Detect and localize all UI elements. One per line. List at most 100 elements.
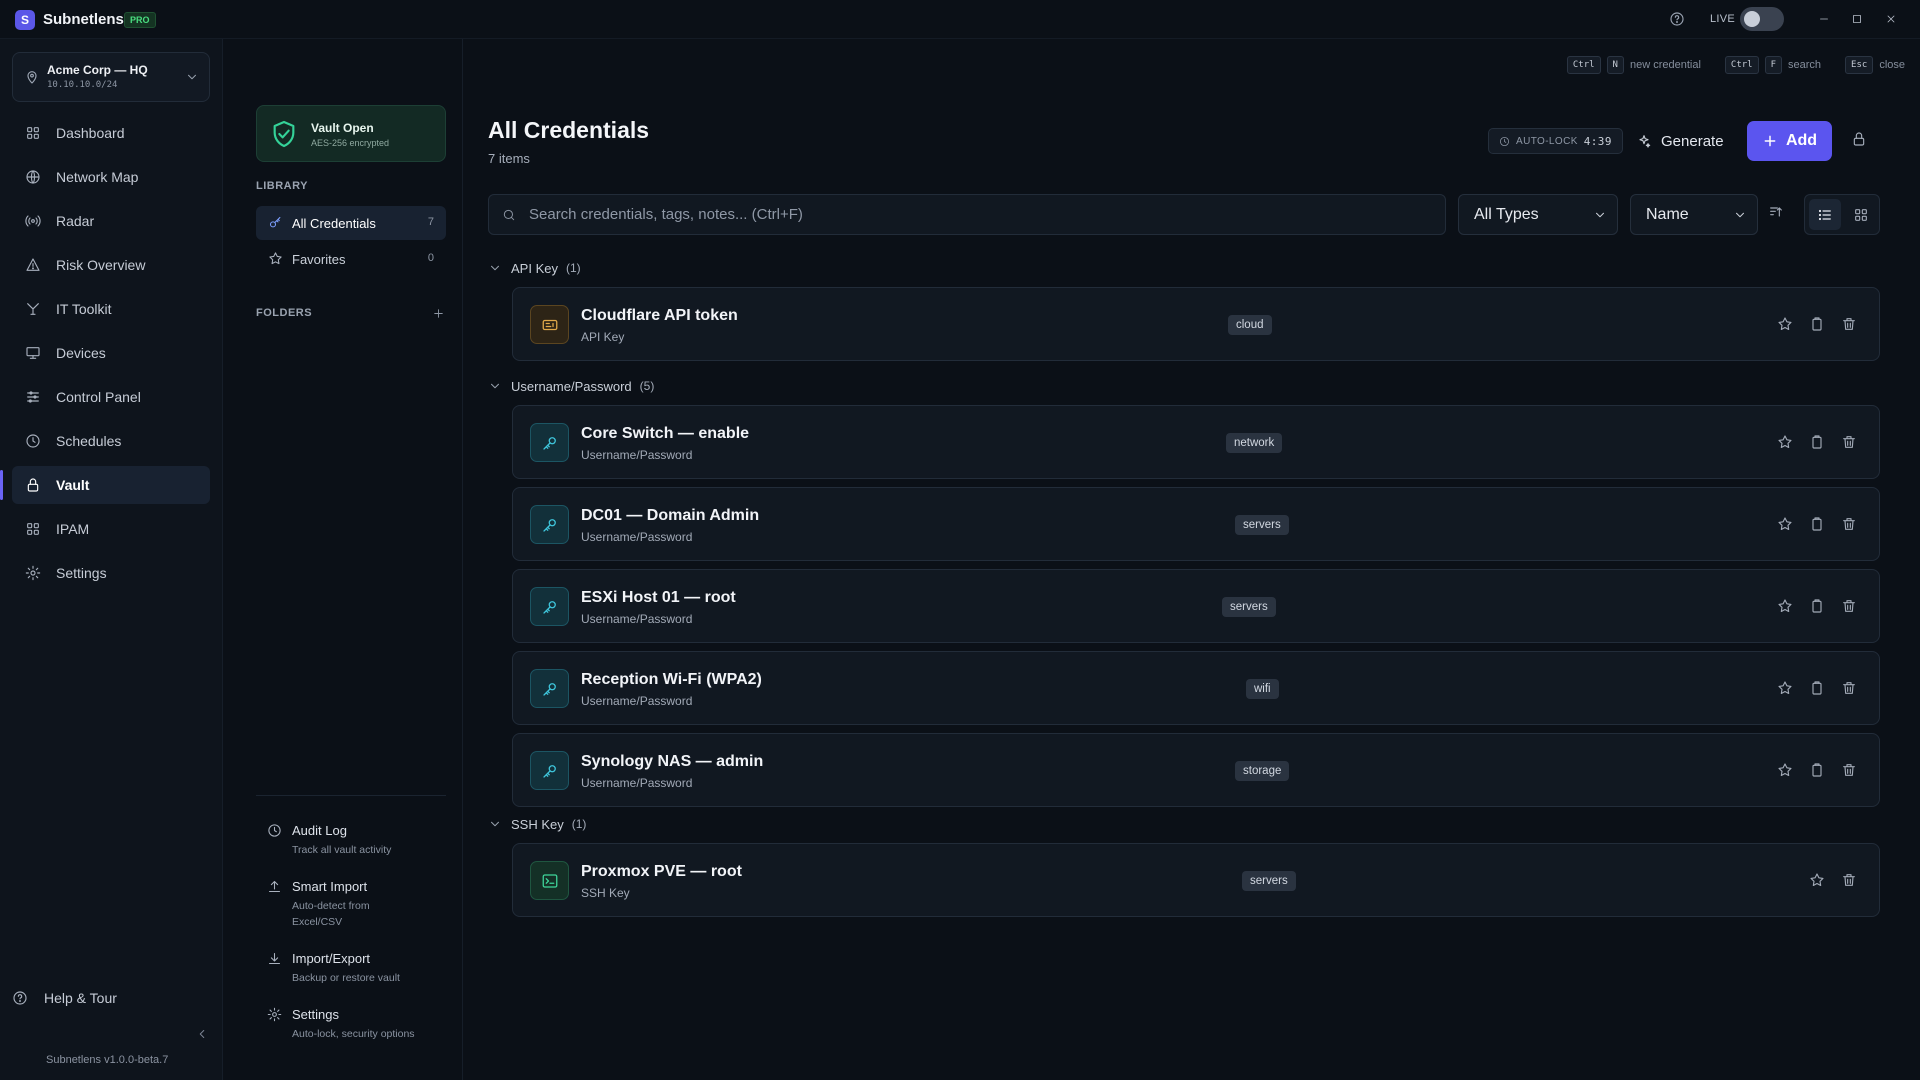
- library-item-favorites[interactable]: Favorites 0: [256, 242, 446, 276]
- search-bar[interactable]: [488, 194, 1446, 235]
- nav-item-vault[interactable]: Vault: [0, 466, 210, 504]
- sort-icon: [1770, 207, 1782, 217]
- add-folder-icon[interactable]: [432, 307, 445, 320]
- nav-label: Radar: [56, 213, 95, 229]
- nav-label: Vault: [56, 477, 90, 493]
- chevron-down-icon: [1736, 212, 1744, 218]
- sort-direction-button[interactable]: [1768, 204, 1784, 220]
- warning-icon: [26, 258, 40, 271]
- app-name: Subnetlens: [43, 11, 124, 28]
- maximize-button[interactable]: [1846, 8, 1868, 30]
- group-title: API Key: [511, 260, 558, 276]
- kbd-key: F: [1764, 56, 1783, 74]
- auto-lock-label: AUTO-LOCK: [1516, 135, 1578, 147]
- nav-label: Network Map: [56, 169, 139, 185]
- credential-card[interactable]: Proxmox PVE — root SSH Key servers: [512, 843, 1880, 917]
- close-window-button[interactable]: [1880, 8, 1902, 30]
- type-filter-select[interactable]: All Types: [1458, 194, 1618, 235]
- credential-tag[interactable]: storage: [1235, 761, 1290, 781]
- nav-item-devices[interactable]: Devices: [12, 334, 210, 372]
- live-toggle[interactable]: [1740, 7, 1784, 31]
- library-item-all-credentials[interactable]: All Credentials 7: [256, 206, 446, 240]
- workspace-switcher[interactable]: Acme Corp — HQ 10.10.10.0/24: [12, 52, 210, 102]
- delete-icon[interactable]: [1841, 434, 1859, 452]
- key-icon: [530, 751, 569, 790]
- vault-settings-link[interactable]: Settings Auto-lock, security options: [256, 1005, 446, 1047]
- vault-status-subtitle: AES-256 encrypted: [311, 138, 390, 148]
- tool-title: Import/Export: [292, 951, 371, 966]
- audit-log-link[interactable]: Audit Log Track all vault activity: [256, 821, 446, 863]
- favorite-icon[interactable]: [1777, 598, 1795, 616]
- credential-tag[interactable]: servers: [1222, 597, 1276, 617]
- delete-icon[interactable]: [1841, 316, 1859, 334]
- copy-icon[interactable]: [1809, 680, 1827, 698]
- auto-lock-timer: AUTO-LOCK 4:39: [1488, 128, 1623, 154]
- favorite-icon[interactable]: [1809, 872, 1827, 890]
- nav-item-control-panel[interactable]: Control Panel: [12, 378, 210, 416]
- group-header-ssh-key[interactable]: SSH Key (1): [488, 814, 586, 834]
- credential-tag[interactable]: cloud: [1228, 315, 1272, 335]
- live-label: LIVE: [1710, 13, 1736, 25]
- delete-icon[interactable]: [1841, 680, 1859, 698]
- nav-item-ipam[interactable]: IPAM: [12, 510, 210, 548]
- delete-icon[interactable]: [1841, 598, 1859, 616]
- credential-card[interactable]: Core Switch — enable Username/Password n…: [512, 405, 1880, 479]
- favorite-icon[interactable]: [1777, 680, 1795, 698]
- copy-icon[interactable]: [1809, 434, 1827, 452]
- grid-view-button[interactable]: [1845, 199, 1877, 230]
- key-icon: [530, 423, 569, 462]
- credential-card[interactable]: Reception Wi-Fi (WPA2) Username/Password…: [512, 651, 1880, 725]
- delete-icon[interactable]: [1841, 872, 1859, 890]
- favorite-icon[interactable]: [1777, 762, 1795, 780]
- nav-item-radar[interactable]: Radar: [12, 202, 210, 240]
- delete-icon[interactable]: [1841, 762, 1859, 780]
- credential-type: Username/Password: [581, 694, 693, 708]
- smart-import-link[interactable]: Smart Import Auto-detect from Excel/CSV: [256, 877, 446, 935]
- credential-type: Username/Password: [581, 530, 693, 544]
- help-icon[interactable]: [1669, 11, 1685, 27]
- credential-tag[interactable]: servers: [1235, 515, 1289, 535]
- credential-tag[interactable]: wifi: [1246, 679, 1279, 699]
- pro-badge: PRO: [124, 12, 156, 28]
- minimize-button[interactable]: [1813, 8, 1835, 30]
- sort-by-select[interactable]: Name: [1630, 194, 1758, 235]
- list-view-button[interactable]: [1809, 199, 1841, 230]
- lock-vault-button[interactable]: [1851, 131, 1867, 147]
- group-title: Username/Password: [511, 378, 632, 394]
- nav-item-settings[interactable]: Settings: [12, 554, 210, 592]
- credential-card[interactable]: ESXi Host 01 — root Username/Password se…: [512, 569, 1880, 643]
- import-export-link[interactable]: Import/Export Backup or restore vault: [256, 949, 446, 991]
- credential-tag[interactable]: servers: [1242, 871, 1296, 891]
- favorite-icon[interactable]: [1777, 316, 1795, 334]
- star-icon: [269, 252, 282, 265]
- copy-icon[interactable]: [1809, 516, 1827, 534]
- credential-card[interactable]: Cloudflare API token API Key cloud: [512, 287, 1880, 361]
- add-credential-button[interactable]: Add: [1747, 121, 1832, 161]
- nav-item-network-map[interactable]: Network Map: [12, 158, 210, 196]
- chevron-down-icon: [1596, 212, 1604, 218]
- favorite-icon[interactable]: [1777, 434, 1795, 452]
- nav-item-risk-overview[interactable]: Risk Overview: [12, 246, 210, 284]
- copy-icon[interactable]: [1809, 762, 1827, 780]
- nav-item-schedules[interactable]: Schedules: [12, 422, 210, 460]
- tool-title: Smart Import: [292, 879, 368, 894]
- credential-card[interactable]: DC01 — Domain Admin Username/Password se…: [512, 487, 1880, 561]
- delete-icon[interactable]: [1841, 516, 1859, 534]
- auto-lock-time: 4:39: [1583, 134, 1612, 148]
- favorite-icon[interactable]: [1777, 516, 1795, 534]
- credential-card[interactable]: Synology NAS — admin Username/Password s…: [512, 733, 1880, 807]
- credential-tag[interactable]: network: [1226, 433, 1283, 453]
- credential-type: API Key: [581, 330, 625, 344]
- nav-item-dashboard[interactable]: Dashboard: [12, 114, 210, 152]
- generate-button[interactable]: Generate: [1636, 124, 1724, 158]
- credential-name: Reception Wi-Fi (WPA2): [581, 671, 762, 688]
- group-header-username-password[interactable]: Username/Password (5): [488, 376, 654, 396]
- copy-icon[interactable]: [1809, 598, 1827, 616]
- nav-item-it-toolkit[interactable]: IT Toolkit: [12, 290, 210, 328]
- search-input[interactable]: [529, 195, 1429, 234]
- group-header-api-key[interactable]: API Key (1): [488, 258, 581, 278]
- copy-icon[interactable]: [1809, 316, 1827, 334]
- help-and-tour-link[interactable]: Help & Tour: [12, 987, 210, 1011]
- collapse-sidebar-icon[interactable]: [195, 1027, 209, 1041]
- main-sidebar: Acme Corp — HQ 10.10.10.0/24 Dashboard N…: [0, 39, 223, 1080]
